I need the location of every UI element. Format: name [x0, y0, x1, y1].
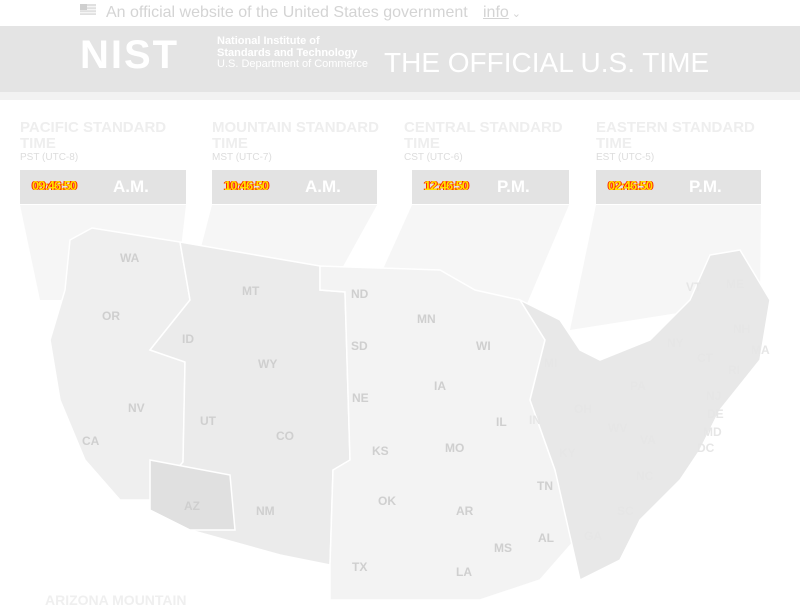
state-label-nv: NV [128, 401, 145, 415]
state-label-ri: RI [728, 363, 740, 377]
state-label-de: DE [707, 407, 724, 421]
state-label-nd: ND [351, 287, 369, 301]
state-label-wv: WV [608, 421, 627, 435]
time-ampm: P.M. [497, 177, 530, 196]
zone-eastern: EASTERN STANDARD TIME EST (UTC-5) 02:46:… [596, 119, 762, 204]
time-digits: 09:46:50 [32, 178, 77, 193]
gov-banner: An official website of the United States… [0, 0, 800, 26]
chevron-down-icon[interactable]: ⌄ [512, 7, 521, 20]
time-digits: 02:46:50 [608, 178, 653, 193]
state-label-pa: PA [630, 379, 646, 393]
page-title: THE OFFICIAL U.S. TIME [384, 47, 710, 78]
info-link-label[interactable]: info [483, 4, 509, 21]
state-label-il: IL [496, 415, 507, 429]
state-label-la: LA [456, 565, 472, 579]
time-digits: 10:46:50 [224, 178, 269, 193]
state-label-oh: OH [574, 402, 592, 416]
state-label-ky: KY [559, 446, 576, 460]
state-label-id: ID [182, 332, 194, 346]
zone-name: MOUNTAIN STANDARD TIME [212, 119, 379, 152]
zone-abbr: MST (UTC-7) [212, 152, 272, 163]
logo-line-1: National Institute of [217, 35, 320, 47]
time-box: 10:46:50 A.M. [212, 170, 377, 204]
zone-abbr: CST (UTC-6) [404, 152, 463, 163]
state-label-sd: SD [351, 339, 368, 353]
arizona-mountain-label: ARIZONA MOUNTAIN [45, 592, 187, 608]
zone-abbr: PST (UTC-8) [20, 152, 79, 163]
state-label-wi: WI [476, 339, 491, 353]
state-label-nj: NJ [706, 389, 721, 403]
state-label-ia: IA [434, 379, 446, 393]
state-label-mn: MN [417, 312, 436, 326]
state-label-mo: MO [445, 441, 464, 455]
zone-name: CENTRAL STANDARD TIME [404, 119, 563, 152]
state-label-az: AZ [184, 499, 200, 513]
zone-mountain: MOUNTAIN STANDARD TIME MST (UTC-7) 10:46… [212, 120, 379, 204]
us-map: WA OR CA NV ID MT WY UT AZ CO NM ND SD N… [20, 205, 771, 600]
state-label-ok: OK [378, 494, 396, 508]
state-label-vt: VT [686, 280, 702, 294]
state-label-in: IN [529, 413, 541, 427]
state-label-or: OR [102, 309, 120, 323]
zone-name: EASTERN STANDARD TIME [596, 119, 755, 152]
time-ampm: P.M. [689, 177, 722, 196]
state-label-tn: TN [537, 479, 553, 493]
gov-banner-text: An official website of the United States… [106, 4, 468, 21]
zone-abbr: EST (UTC-5) [596, 152, 655, 163]
state-label-dc: DC [697, 441, 715, 455]
state-label-ks: KS [372, 444, 389, 458]
time-box: 02:46:50 P.M. [596, 170, 761, 204]
state-label-wy: WY [258, 357, 277, 371]
state-label-ma: MA [751, 343, 770, 357]
time-box: 12:46:50 P.M. [412, 170, 569, 204]
time-ampm: A.M. [113, 177, 149, 196]
state-label-va: VA [640, 433, 656, 447]
state-label-tx: TX [352, 560, 367, 574]
state-label-ut: UT [200, 414, 217, 428]
state-label-al: AL [538, 531, 554, 545]
header-divider [0, 92, 800, 100]
time-box: 09:46:50 A.M. [20, 170, 186, 204]
state-label-ar: AR [456, 504, 474, 518]
zone-pacific: PACIFIC STANDARD TIME PST (UTC-8) 09:46:… [20, 119, 186, 204]
pacific-region [49, 227, 191, 501]
zone-central: CENTRAL STANDARD TIME CST (UTC-6) 12:46:… [404, 119, 570, 204]
state-label-ga: GA [584, 529, 602, 543]
state-label-md: MD [703, 425, 722, 439]
logo-line-3: U.S. Department of Commerce [217, 58, 368, 70]
nist-logo-text[interactable]: National Institute of Standards and Tech… [217, 35, 368, 71]
state-label-nc: NC [636, 469, 654, 483]
us-flag-icon [80, 4, 96, 15]
state-label-sc: SC [617, 504, 634, 518]
state-label-ct: CT [697, 351, 714, 365]
state-label-me: ME [726, 277, 744, 291]
state-label-nh: NH [733, 322, 750, 336]
state-label-mt: MT [242, 284, 260, 298]
state-label-co: CO [276, 429, 294, 443]
zone-name: PACIFIC STANDARD TIME [20, 119, 167, 152]
state-label-ca: CA [82, 434, 100, 448]
time-digits: 12:46:50 [424, 178, 469, 193]
state-label-mi: MI [544, 356, 557, 370]
state-label-ne: NE [352, 391, 369, 405]
state-label-ny: NY [667, 336, 684, 350]
info-link[interactable]: info ⌄ [483, 4, 521, 22]
time-ampm: A.M. [305, 177, 341, 196]
state-label-ms: MS [494, 541, 512, 555]
nist-logo[interactable]: NIST [80, 31, 179, 79]
state-label-nm: NM [256, 504, 275, 518]
state-label-wa: WA [120, 251, 140, 265]
